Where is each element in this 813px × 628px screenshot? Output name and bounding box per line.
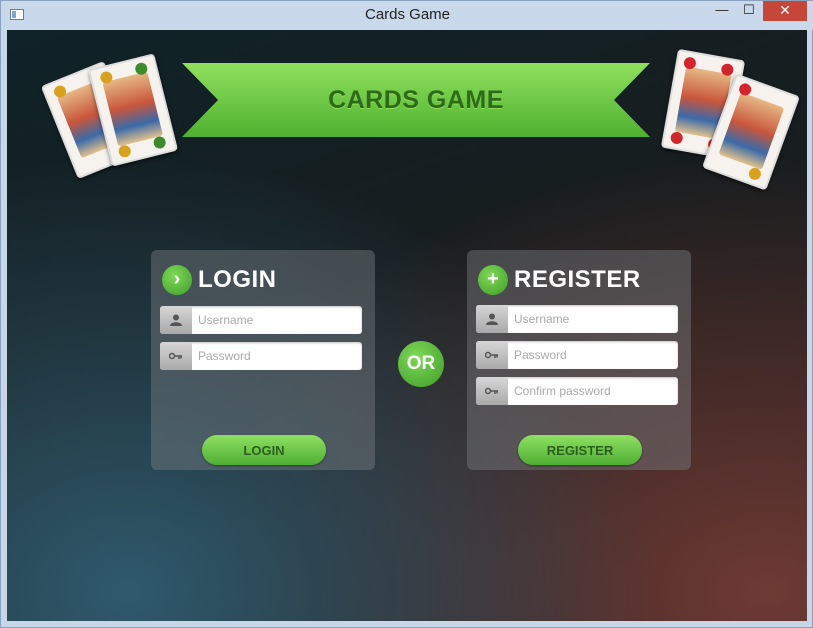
register-panel: + REGISTER REGISTER (467, 250, 691, 470)
game-background: CARDS GAME › LOGIN Username LOGIN OR + R… (7, 30, 807, 621)
login-username-input[interactable] (194, 306, 354, 334)
title-bar[interactable]: Cards Game — ☐ ✕ (1, 1, 813, 30)
register-title: REGISTER (514, 266, 641, 293)
or-divider-badge: OR (398, 341, 444, 387)
register-password-input[interactable] (510, 341, 670, 369)
register-confirm-password-field[interactable] (476, 377, 678, 405)
register-password-field[interactable] (476, 341, 678, 369)
minimize-button[interactable]: — (708, 1, 736, 21)
login-password-field[interactable] (160, 342, 362, 370)
register-username-field[interactable] (476, 305, 678, 333)
login-title: LOGIN (198, 266, 277, 293)
window-title: Cards Game (364, 6, 451, 23)
register-confirm-password-input[interactable] (510, 377, 670, 405)
user-icon (160, 306, 192, 334)
key-icon (160, 342, 192, 370)
chevron-right-icon: › (162, 265, 192, 295)
plus-icon: + (478, 265, 508, 295)
login-password-input[interactable] (194, 342, 354, 370)
title-banner: CARDS GAME (182, 63, 650, 137)
close-button[interactable]: ✕ (763, 1, 807, 21)
key-icon (476, 377, 508, 405)
app-window: Cards Game — ☐ ✕ CARDS GAME › LOGIN User… (0, 0, 813, 628)
login-button[interactable]: LOGIN (202, 435, 326, 465)
banner-title: CARDS GAME (328, 86, 504, 114)
key-icon (476, 341, 508, 369)
user-icon (476, 305, 508, 333)
register-button[interactable]: REGISTER (518, 435, 642, 465)
login-username-field[interactable] (160, 306, 362, 334)
maximize-button[interactable]: ☐ (735, 1, 763, 21)
login-panel: › LOGIN LOGIN (151, 250, 375, 470)
register-username-input[interactable] (510, 305, 670, 333)
